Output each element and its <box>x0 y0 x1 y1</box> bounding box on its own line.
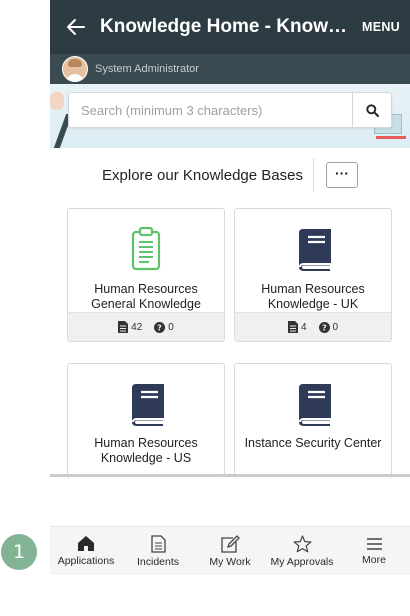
card-title-line1: Human Resources <box>261 282 365 296</box>
search-icon <box>365 103 379 117</box>
banner-illustration-person <box>50 92 64 110</box>
app-header: Knowledge Home - Knowledge... MENU <box>50 0 410 54</box>
search-button[interactable] <box>352 93 391 127</box>
card-stats: 42 ? 0 <box>68 312 224 341</box>
knowledge-base-card[interactable]: Human Resources Knowledge - UK 4 ? 0 <box>234 208 392 342</box>
nav-label: My Approvals <box>270 555 334 568</box>
svg-text:?: ? <box>157 323 162 332</box>
edit-icon <box>220 534 240 553</box>
svg-text:?: ? <box>322 323 327 332</box>
clipboard-icon <box>131 227 161 271</box>
question-icon: ? <box>154 321 166 333</box>
more-options-button[interactable]: ··· <box>325 162 358 188</box>
divider <box>312 158 314 192</box>
page-title: Knowledge Home - Knowledge... <box>100 16 350 37</box>
scroll-divider <box>50 474 410 477</box>
card-title-line2: Knowledge - US <box>100 451 192 465</box>
knowledge-base-card[interactable]: Instance Security Center <box>234 363 392 479</box>
nav-applications[interactable]: Applications <box>50 527 122 575</box>
card-title-line1: Instance Security Center <box>244 436 382 450</box>
search-box <box>68 92 392 128</box>
nav-my-work[interactable]: My Work <box>194 527 266 575</box>
menu-button[interactable]: MENU <box>350 20 410 34</box>
back-button[interactable] <box>54 0 98 54</box>
book-icon <box>299 384 331 426</box>
nav-label: Applications <box>57 555 115 567</box>
nav-label: More <box>362 553 386 566</box>
card-title-line1: Human Resources <box>94 436 198 450</box>
card-stats: 4 ? 0 <box>235 312 391 341</box>
star-icon <box>293 534 311 552</box>
question-count: 0 <box>168 321 174 333</box>
card-title-line1: Human Resources <box>94 282 198 296</box>
knowledge-base-card[interactable]: Human Resources Knowledge - US <box>67 363 225 479</box>
menu-icon <box>366 537 382 550</box>
question-icon: ? <box>318 321 330 333</box>
phone-screen: Knowledge Home - Knowledge... MENU Syste… <box>50 0 410 616</box>
home-icon <box>78 536 94 551</box>
card-title-line2: General Knowledge <box>91 297 201 311</box>
section-title: Explore our Knowledge Bases <box>102 166 303 184</box>
nav-my-approvals[interactable]: My Approvals <box>266 527 338 575</box>
card-title-line2: Knowledge - UK <box>267 297 359 311</box>
book-icon <box>132 384 164 426</box>
document-icon <box>150 534 166 553</box>
avatar[interactable] <box>62 56 88 82</box>
article-icon <box>287 321 298 333</box>
user-name: System Administrator <box>95 63 199 75</box>
search-banner <box>50 84 410 148</box>
knowledge-base-card[interactable]: Human Resources General Knowledge 42 ? 0 <box>67 208 225 342</box>
question-count: 0 <box>332 321 339 333</box>
banner-illustration-shelf <box>376 136 406 139</box>
book-icon <box>299 229 331 271</box>
nav-label: My Work <box>209 555 251 568</box>
user-bar: System Administrator <box>50 54 410 84</box>
explore-header: Explore our Knowledge Bases ··· <box>50 148 410 202</box>
article-count: 42 <box>131 321 143 333</box>
bottom-navigation: Applications Incidents My Work My Approv… <box>50 526 410 575</box>
nav-more[interactable]: More <box>338 527 410 575</box>
step-marker-1: 1 <box>1 534 37 570</box>
nav-incidents[interactable]: Incidents <box>122 527 194 575</box>
search-input[interactable] <box>69 101 352 119</box>
article-count: 4 <box>300 321 307 333</box>
nav-label: Incidents <box>136 555 180 568</box>
arrow-left-icon <box>67 19 85 35</box>
article-icon <box>118 321 129 333</box>
